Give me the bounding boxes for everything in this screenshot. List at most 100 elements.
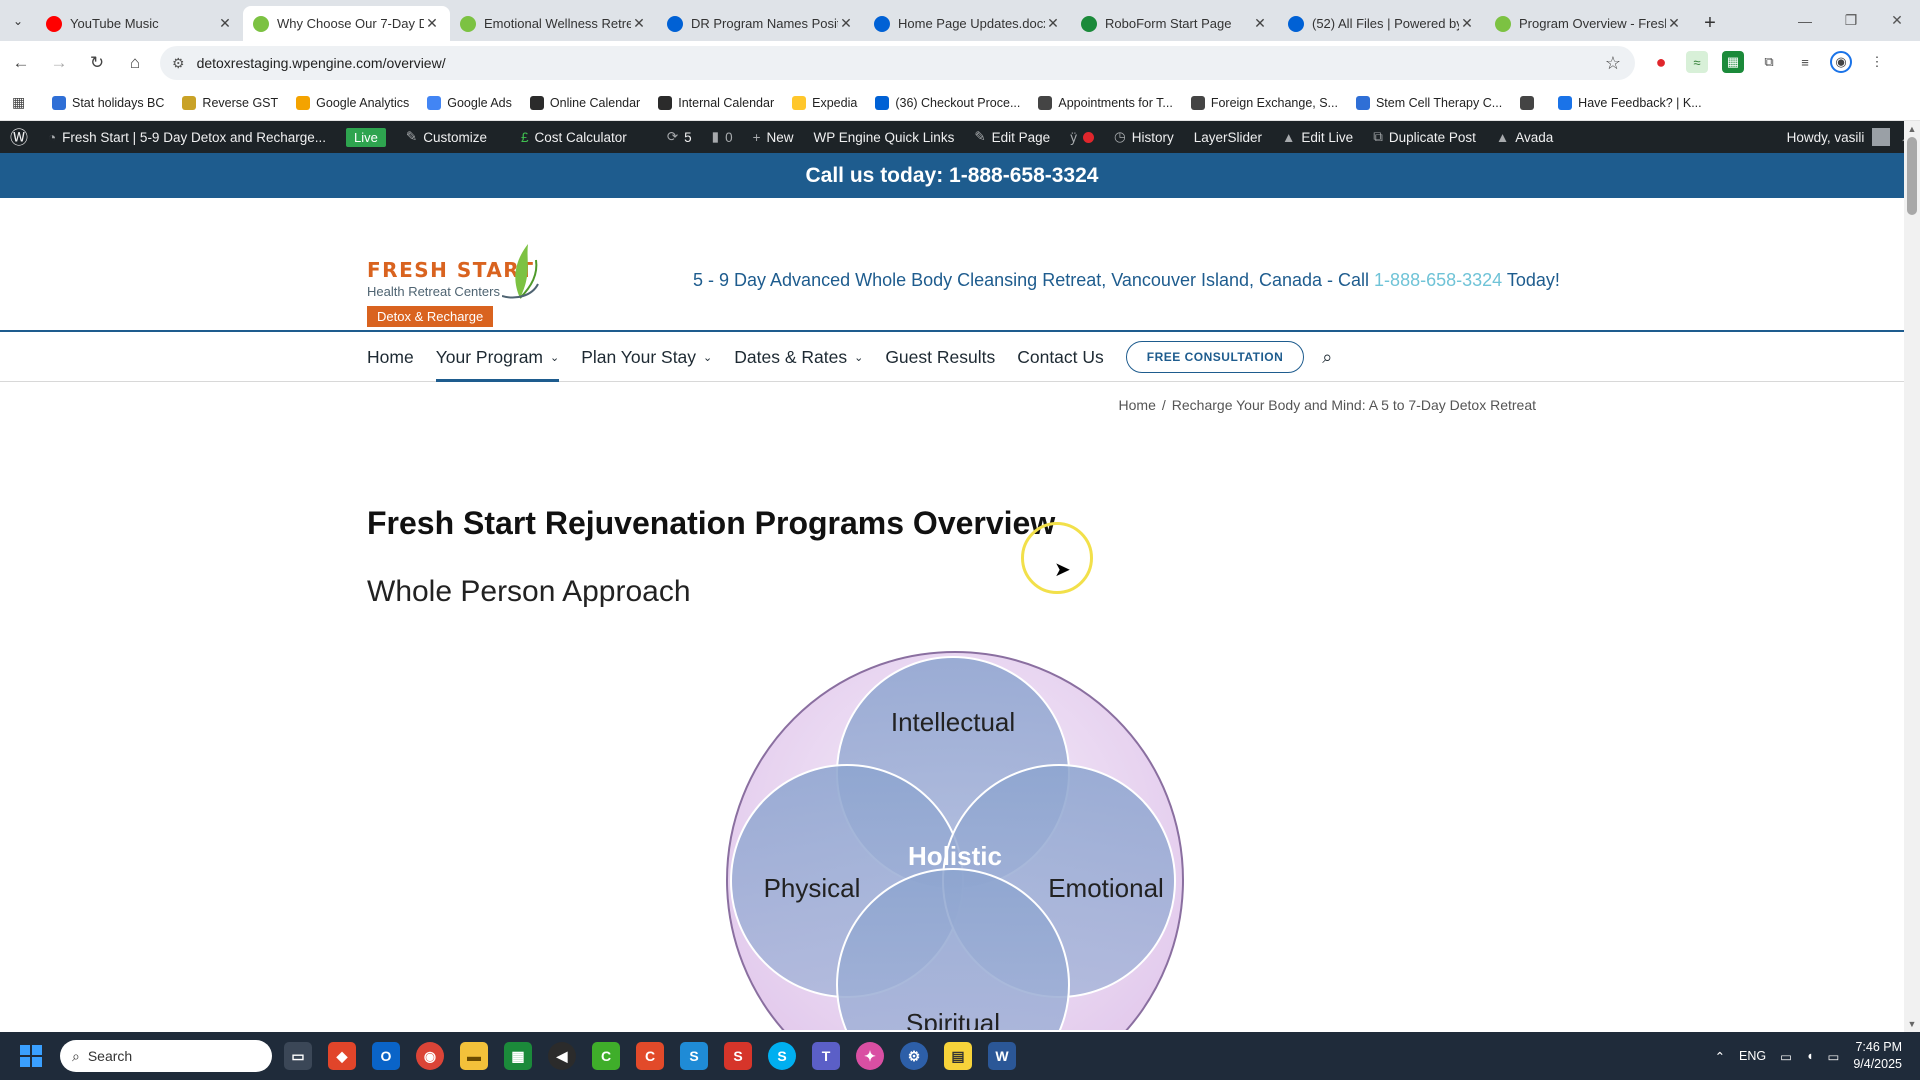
browser-tab[interactable]: Program Overview - Fresh ✕ bbox=[1485, 6, 1692, 41]
browser-tab[interactable]: Why Choose Our 7-Day D ✕ bbox=[243, 6, 450, 41]
tab-close-icon[interactable]: ✕ bbox=[217, 15, 233, 32]
anydesk-icon[interactable]: ◆ bbox=[328, 1042, 356, 1070]
wp-edit-live[interactable]: ▲ Edit Live bbox=[1272, 121, 1363, 153]
media-controls-icon[interactable]: ≡ bbox=[1794, 51, 1816, 73]
wp-customize[interactable]: ✎ Customize bbox=[396, 121, 497, 153]
sticky-notes-icon[interactable]: ▤ bbox=[944, 1042, 972, 1070]
chart-extension-icon[interactable]: ≈ bbox=[1686, 51, 1708, 73]
wp-avada[interactable]: ▲ Avada bbox=[1486, 121, 1563, 153]
file-explorer-icon[interactable]: ▬ bbox=[460, 1042, 488, 1070]
puzzle-extensions-icon[interactable]: ⧉ bbox=[1758, 51, 1780, 73]
taskbar-search[interactable]: ⌕ Search bbox=[60, 1040, 272, 1072]
language-indicator[interactable]: ENG bbox=[1739, 1049, 1766, 1063]
battery-icon[interactable]: ▭ bbox=[1828, 1049, 1840, 1064]
browser-tab[interactable]: (52) All Files | Powered by ✕ bbox=[1278, 6, 1485, 41]
browser-tab[interactable]: DR Program Names Posit ✕ bbox=[657, 6, 864, 41]
snagit-blue-icon[interactable]: S bbox=[680, 1042, 708, 1070]
bookmark-item[interactable]: Appointments for T... bbox=[1038, 95, 1173, 110]
tab-close-icon[interactable]: ✕ bbox=[424, 15, 440, 32]
bookmark-item[interactable]: (36) Checkout Proce... bbox=[875, 95, 1020, 110]
avatar[interactable] bbox=[1872, 128, 1891, 146]
wp-history[interactable]: ◷ History bbox=[1104, 121, 1184, 153]
wp-engine-quick-links[interactable]: WP Engine Quick Links bbox=[804, 121, 965, 153]
windows-start-icon[interactable] bbox=[20, 1045, 42, 1067]
scroll-up-arrow-icon[interactable]: ▲ bbox=[1904, 121, 1920, 137]
settings-gear-icon[interactable]: ⚙ bbox=[900, 1042, 928, 1070]
home-icon[interactable]: ⌂ bbox=[118, 46, 152, 80]
wp-live-badge[interactable]: Live bbox=[336, 121, 396, 153]
nav-your-program[interactable]: Your Program ⌄ bbox=[435, 332, 559, 382]
volume-icon[interactable]: ◖ bbox=[1806, 1049, 1814, 1063]
address-bar[interactable]: ⚙ detoxrestaging.wpengine.com/overview/ … bbox=[160, 46, 1635, 80]
bookmark-item[interactable]: Stat holidays BC bbox=[52, 95, 164, 110]
free-consultation-button[interactable]: FREE CONSULTATION bbox=[1125, 341, 1305, 373]
tagline-phone-link[interactable]: 1-888-658-3324 bbox=[1374, 270, 1502, 290]
network-icon[interactable]: ▭ bbox=[1780, 1049, 1792, 1064]
breadcrumb-home-link[interactable]: Home bbox=[1119, 397, 1156, 413]
bookmark-item[interactable]: Google Ads bbox=[427, 95, 512, 110]
restore-icon[interactable]: ❐ bbox=[1828, 0, 1874, 41]
browser-tab[interactable]: Emotional Wellness Retre ✕ bbox=[450, 6, 657, 41]
bookmark-item[interactable]: Foreign Exchange, S... bbox=[1190, 95, 1338, 110]
wp-updates[interactable]: ⟳ 5 bbox=[657, 121, 702, 153]
bookmark-item[interactable]: Online Calendar bbox=[529, 95, 640, 110]
roboform-extension-icon[interactable]: ▦ bbox=[1722, 51, 1744, 73]
call-us-text[interactable]: Call us today: 1-888-658-3324 bbox=[806, 164, 1099, 188]
word-icon[interactable]: W bbox=[988, 1042, 1016, 1070]
media-player-icon[interactable]: ◀ bbox=[548, 1042, 576, 1070]
reload-icon[interactable]: ↻ bbox=[80, 46, 114, 80]
search-icon[interactable]: ⌕ bbox=[1322, 347, 1332, 368]
scroll-down-arrow-icon[interactable]: ▼ bbox=[1904, 1016, 1920, 1032]
wp-site-name[interactable]: ◔ Fresh Start | 5-9 Day Detox and Recharg… bbox=[38, 121, 336, 153]
wp-edit-page[interactable]: ✎ Edit Page bbox=[964, 121, 1060, 153]
wp-layerslider[interactable]: LayerSlider bbox=[1184, 121, 1272, 153]
close-window-icon[interactable]: ✕ bbox=[1874, 0, 1920, 41]
wp-cost-calculator[interactable]: £ Cost Calculator bbox=[511, 121, 637, 153]
wp-new[interactable]: + New bbox=[743, 121, 804, 153]
tab-close-icon[interactable]: ✕ bbox=[1252, 15, 1268, 32]
menu-kebab-icon[interactable]: ⋮ bbox=[1866, 51, 1888, 73]
bookmark-item[interactable]: Google Analytics bbox=[296, 95, 409, 110]
taskbar-clock[interactable]: 7:46 PM 9/4/2025 bbox=[1853, 1039, 1902, 1073]
scrollbar-thumb[interactable] bbox=[1907, 137, 1917, 215]
site-info-icon[interactable]: ⚙ bbox=[172, 55, 185, 72]
nav-plan-your-stay[interactable]: Plan Your Stay ⌄ bbox=[581, 332, 712, 382]
tab-close-icon[interactable]: ✕ bbox=[838, 15, 854, 32]
opera-extension-icon[interactable]: ● bbox=[1650, 51, 1672, 73]
wp-comments[interactable]: ▮ 0 bbox=[702, 121, 743, 153]
nav-home[interactable]: Home bbox=[367, 332, 414, 382]
outlook-icon[interactable]: O bbox=[372, 1042, 400, 1070]
bookmark-item[interactable]: Internal Calendar bbox=[658, 95, 774, 110]
tab-search-chevron-icon[interactable]: ⌄ bbox=[0, 0, 36, 41]
wp-yoast[interactable]: ÿ bbox=[1060, 121, 1104, 153]
skype-icon[interactable]: S bbox=[768, 1042, 796, 1070]
chrome-icon[interactable]: ◉ bbox=[416, 1042, 444, 1070]
wordpress-logo-icon[interactable]: Ⓦ bbox=[0, 121, 38, 153]
copilot-icon[interactable]: ✦ bbox=[856, 1042, 884, 1070]
new-tab-button[interactable]: + bbox=[1692, 6, 1728, 41]
forward-icon[interactable]: → bbox=[42, 46, 76, 80]
minimize-icon[interactable]: — bbox=[1782, 0, 1828, 41]
site-logo[interactable]: FRESH START Health Retreat Centers Detox… bbox=[367, 242, 539, 330]
tab-close-icon[interactable]: ✕ bbox=[631, 15, 647, 32]
roboform-icon[interactable]: ▦ bbox=[504, 1042, 532, 1070]
camtasia-red-icon[interactable]: C bbox=[636, 1042, 664, 1070]
back-icon[interactable]: ← bbox=[4, 46, 38, 80]
teams-icon[interactable]: T bbox=[812, 1042, 840, 1070]
tab-close-icon[interactable]: ✕ bbox=[1045, 15, 1061, 32]
browser-tab[interactable]: RoboForm Start Page ✕ bbox=[1071, 6, 1278, 41]
task-view-icon[interactable]: ▭ bbox=[284, 1042, 312, 1070]
wp-duplicate-post[interactable]: ⧉ Duplicate Post bbox=[1363, 121, 1486, 153]
snagit-red-icon[interactable]: S bbox=[724, 1042, 752, 1070]
bookmark-star-icon[interactable]: ☆ bbox=[1605, 53, 1621, 74]
nav-dates-rates[interactable]: Dates & Rates ⌄ bbox=[734, 332, 863, 382]
page-scrollbar[interactable]: ▲ ▼ bbox=[1904, 121, 1920, 1032]
tab-close-icon[interactable]: ✕ bbox=[1459, 15, 1475, 32]
tray-chevron-up-icon[interactable]: ⌃ bbox=[1715, 1049, 1725, 1064]
bookmark-item[interactable]: Stem Cell Therapy C... bbox=[1355, 95, 1502, 110]
bookmark-item[interactable]: Have Feedback? | K... bbox=[1558, 95, 1702, 110]
nav-guest-results[interactable]: Guest Results bbox=[885, 332, 995, 382]
browser-tab[interactable]: Home Page Updates.docx ✕ bbox=[864, 6, 1071, 41]
bookmark-item[interactable]: Expedia bbox=[792, 95, 857, 110]
bookmark-item[interactable]: Reverse GST bbox=[182, 95, 278, 110]
